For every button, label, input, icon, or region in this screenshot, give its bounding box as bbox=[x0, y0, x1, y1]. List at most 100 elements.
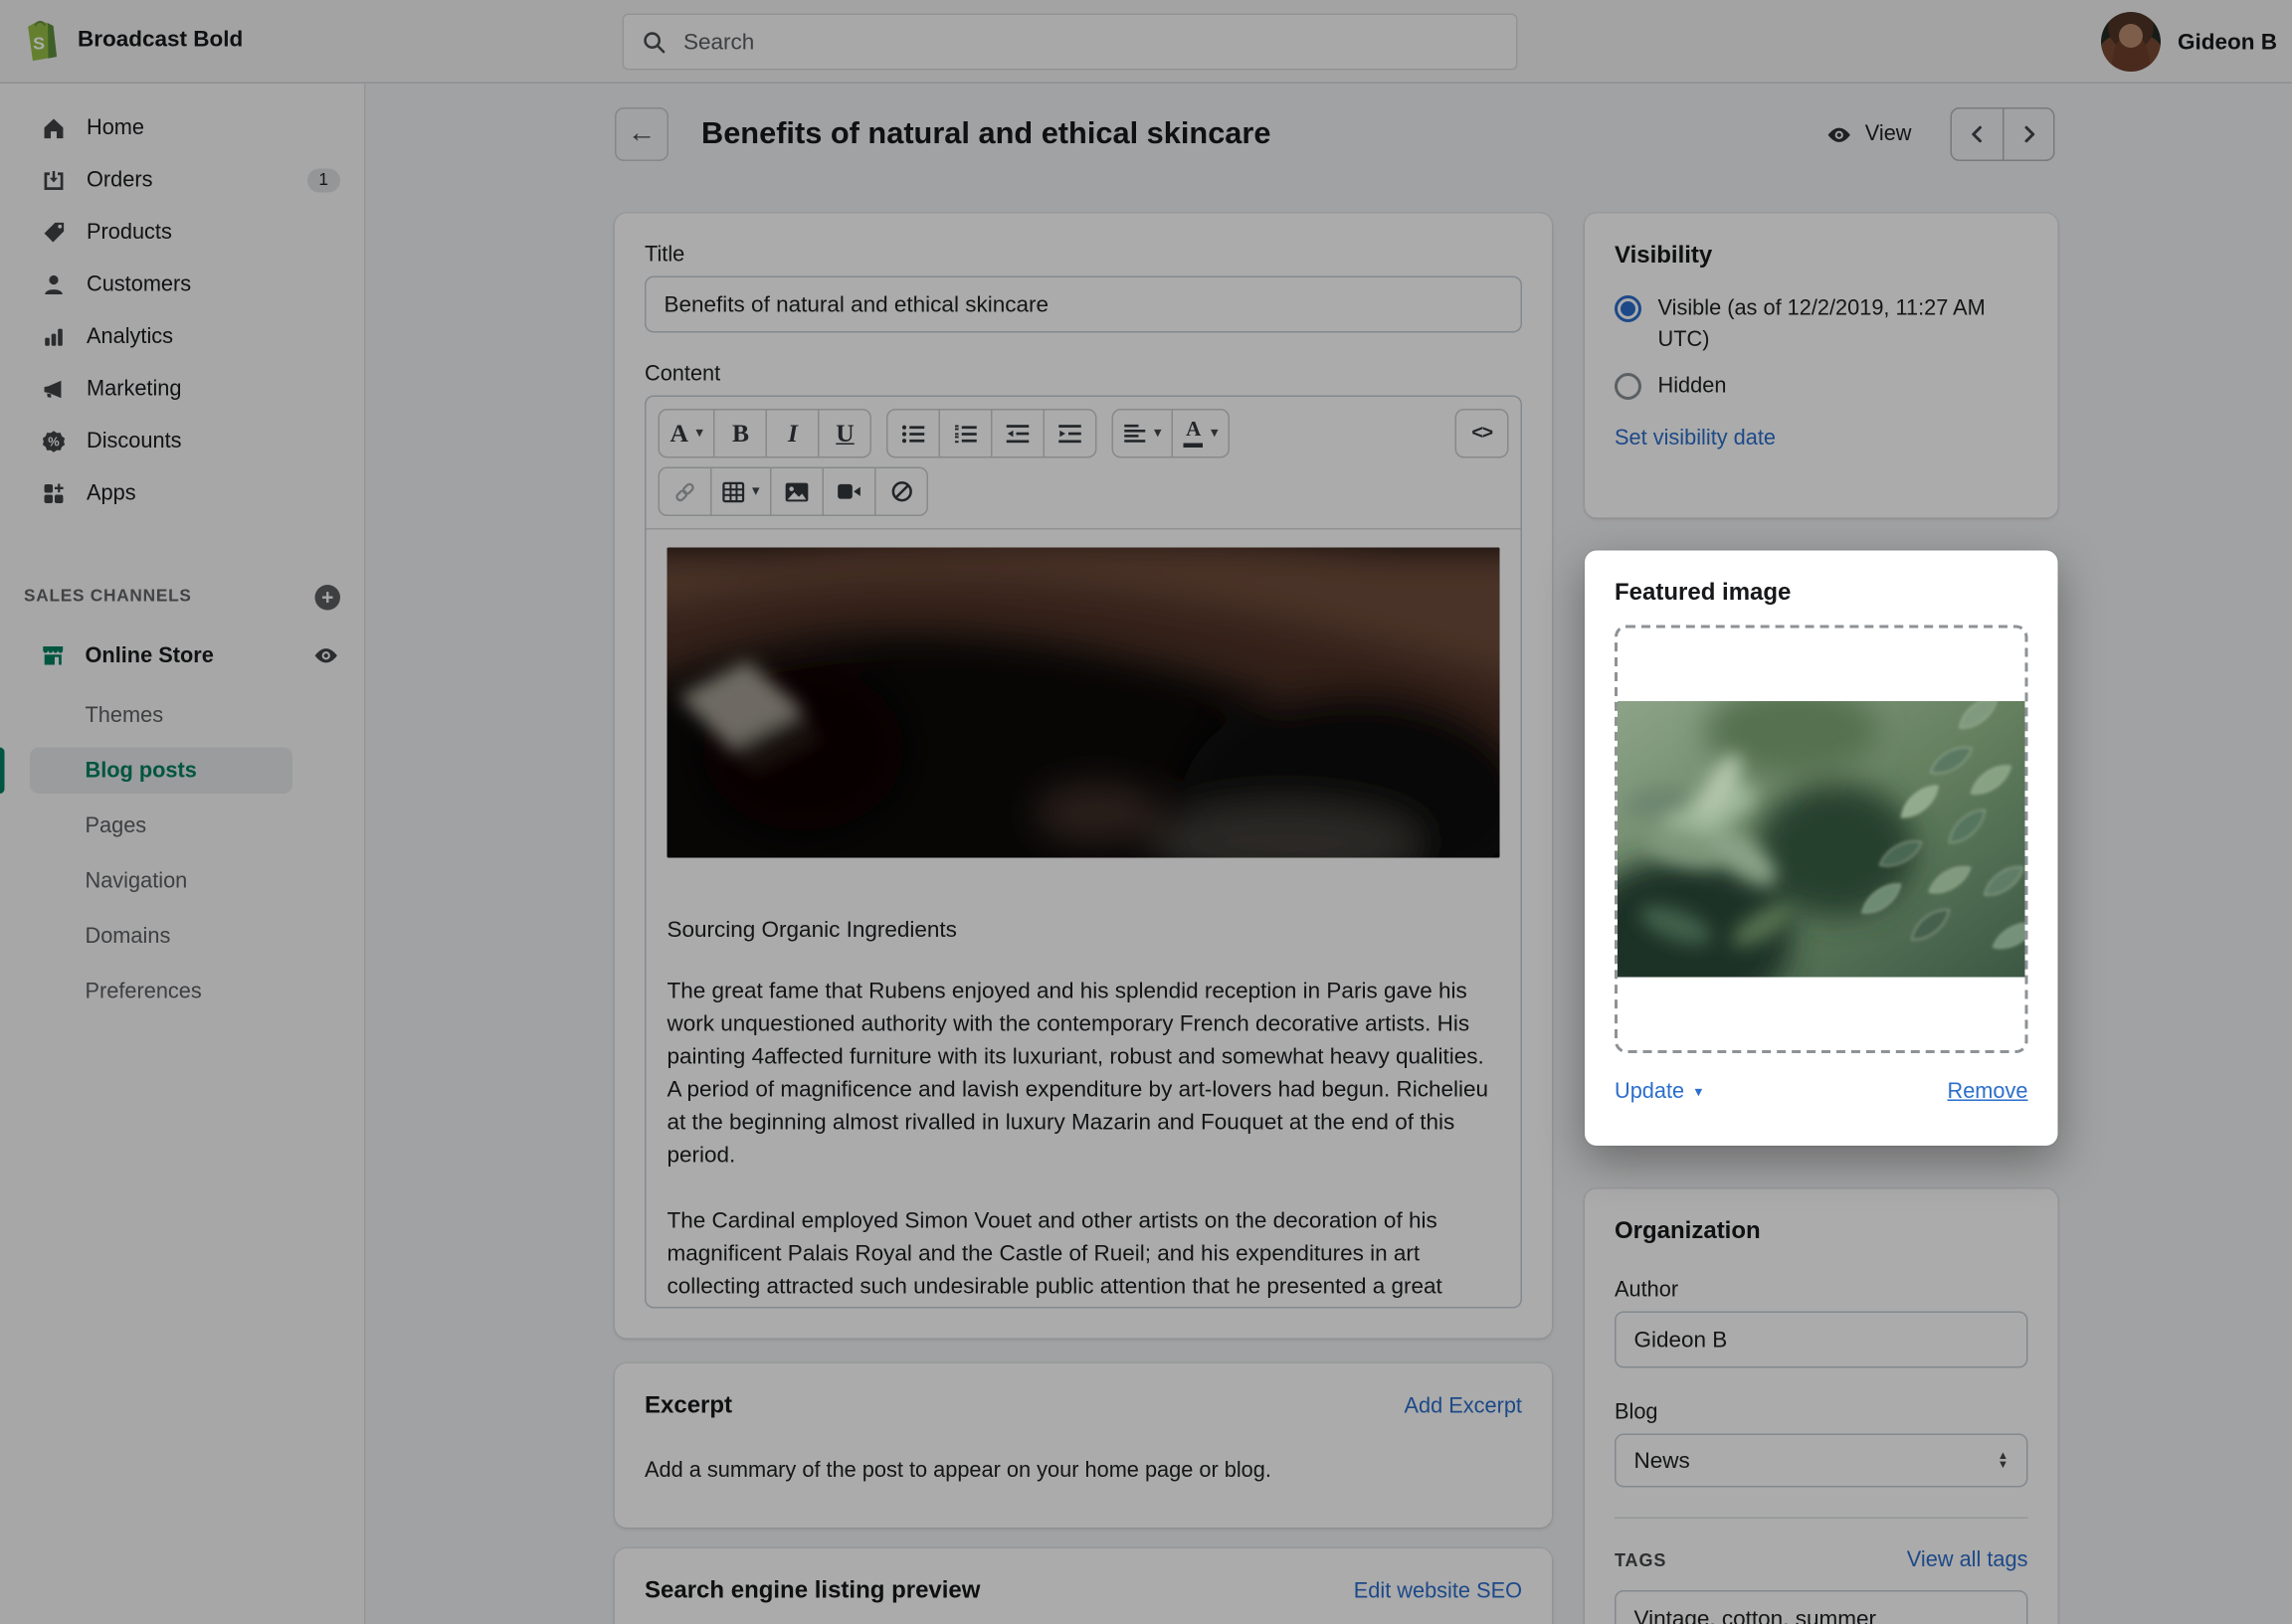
content-label: Content bbox=[645, 363, 1522, 387]
search-icon bbox=[642, 29, 668, 55]
back-arrow-icon: ← bbox=[628, 118, 657, 151]
excerpt-description: Add a summary of the post to appear on y… bbox=[645, 1459, 1522, 1483]
clear-formatting-button[interactable] bbox=[874, 467, 928, 517]
post-title-input[interactable] bbox=[645, 276, 1522, 333]
radio-unselected-icon[interactable] bbox=[1615, 373, 1641, 400]
tag-icon bbox=[39, 217, 69, 247]
shopify-logo-icon: S bbox=[18, 15, 63, 65]
global-search[interactable] bbox=[623, 14, 1518, 71]
home-icon bbox=[39, 112, 69, 142]
indent-button[interactable] bbox=[1044, 409, 1097, 458]
hidden-radio-option[interactable]: Hidden bbox=[1615, 372, 2028, 404]
sidebar-item-blog-posts[interactable]: Blog posts bbox=[0, 743, 364, 799]
view-button[interactable]: View bbox=[1824, 120, 1911, 149]
outdent-button[interactable] bbox=[991, 409, 1045, 458]
svg-text:%: % bbox=[48, 434, 60, 449]
visible-radio-option[interactable]: Visible (as of 12/2/2019, 11:27 AM UTC) bbox=[1615, 294, 2028, 357]
sidebar-item-orders[interactable]: Orders 1 bbox=[0, 154, 364, 207]
post-body-image[interactable] bbox=[668, 548, 1500, 858]
next-post-button[interactable] bbox=[2003, 109, 2053, 160]
table-button[interactable]: ▾ bbox=[710, 467, 772, 517]
blog-select[interactable]: News ▲ ▼ bbox=[1615, 1434, 2028, 1488]
edit-website-seo-link[interactable]: Edit website SEO bbox=[1354, 1580, 1522, 1604]
person-icon bbox=[39, 270, 69, 299]
alignment-button[interactable]: ▾ bbox=[1112, 409, 1174, 458]
eye-icon[interactable] bbox=[312, 641, 341, 670]
editor-content-area[interactable]: Sourcing Organic Ingredients The great f… bbox=[647, 530, 1521, 1309]
radio-selected-icon[interactable] bbox=[1615, 295, 1641, 322]
sidebar-item-themes[interactable]: Themes bbox=[0, 688, 364, 744]
add-excerpt-link[interactable]: Add Excerpt bbox=[1405, 1395, 1523, 1419]
chevron-down-icon: ▾ bbox=[752, 483, 760, 500]
select-stepper-icon: ▲ ▼ bbox=[1998, 1452, 2008, 1470]
sidebar-item-products[interactable]: Products bbox=[0, 206, 364, 259]
sidebar-item-preferences[interactable]: Preferences bbox=[0, 964, 364, 1019]
sidebar-item-discounts[interactable]: % Discounts bbox=[0, 415, 364, 467]
sidebar-item-domains[interactable]: Domains bbox=[0, 909, 364, 965]
store-logo-block[interactable]: S Broadcast Bold bbox=[18, 15, 243, 65]
sidebar-item-marketing[interactable]: Marketing bbox=[0, 363, 364, 416]
numbered-list-button[interactable] bbox=[939, 409, 993, 458]
store-name: Broadcast Bold bbox=[78, 27, 243, 53]
text-style-button[interactable]: A ▾ bbox=[659, 409, 715, 458]
search-input[interactable] bbox=[680, 28, 1498, 57]
apps-grid-icon bbox=[39, 478, 69, 508]
body-paragraph: The great fame that Rubens enjoyed and h… bbox=[668, 976, 1500, 1173]
page-header: ← Benefits of natural and ethical skinca… bbox=[615, 107, 2055, 161]
insert-image-button[interactable] bbox=[770, 467, 824, 517]
bulleted-list-button[interactable] bbox=[886, 409, 940, 458]
update-image-button[interactable]: Update ▾ bbox=[1615, 1080, 1702, 1104]
underline-button[interactable]: U bbox=[818, 409, 871, 458]
back-button[interactable]: ← bbox=[615, 107, 668, 161]
insert-video-button[interactable] bbox=[823, 467, 876, 517]
chevron-down-icon: ▾ bbox=[695, 426, 703, 443]
sales-channels-header: SALES CHANNELS bbox=[24, 588, 192, 606]
storefront-icon bbox=[39, 641, 68, 670]
link-button[interactable] bbox=[659, 467, 712, 517]
editor-toolbar: A ▾ B I U bbox=[647, 397, 1521, 530]
remove-image-link[interactable]: Remove bbox=[1948, 1080, 2028, 1104]
previous-post-button[interactable] bbox=[1952, 109, 2003, 160]
text-color-button[interactable]: A ▾ bbox=[1172, 409, 1231, 458]
featured-image-heading: Featured image bbox=[1615, 581, 2028, 608]
add-sales-channel-button[interactable]: + bbox=[315, 584, 341, 610]
section-divider bbox=[1615, 1518, 2028, 1520]
tags-input[interactable] bbox=[1615, 1590, 2028, 1624]
organization-heading: Organization bbox=[1615, 1219, 2028, 1246]
post-pagination bbox=[1951, 107, 2055, 161]
sidebar-item-analytics[interactable]: Analytics bbox=[0, 310, 364, 363]
seo-heading: Search engine listing preview bbox=[645, 1578, 980, 1605]
sidebar-item-apps[interactable]: Apps bbox=[0, 467, 364, 520]
eye-icon bbox=[1824, 120, 1853, 149]
visibility-card: Visibility Visible (as of 12/2/2019, 11:… bbox=[1585, 214, 2058, 518]
title-label: Title bbox=[645, 244, 1522, 268]
sidebar-item-pages[interactable]: Pages bbox=[0, 799, 364, 854]
sidebar: Home Orders 1 Pr bbox=[0, 84, 366, 1624]
html-code-button[interactable]: <> bbox=[1455, 409, 1509, 458]
megaphone-icon bbox=[39, 374, 69, 404]
sidebar-item-navigation[interactable]: Navigation bbox=[0, 853, 364, 909]
svg-text:S: S bbox=[33, 33, 45, 53]
body-paragraph: The Cardinal employed Simon Vouet and ot… bbox=[668, 1205, 1500, 1304]
set-visibility-date-link[interactable]: Set visibility date bbox=[1615, 427, 1776, 451]
orders-count-badge: 1 bbox=[306, 168, 340, 192]
chevron-down-icon: ▾ bbox=[1211, 426, 1219, 443]
chevron-down-icon: ▾ bbox=[1695, 1084, 1703, 1101]
post-editor-column: Title Content A ▾ B bbox=[615, 214, 1552, 1624]
featured-image-dropzone[interactable] bbox=[1615, 626, 2028, 1054]
sidebar-item-customers[interactable]: Customers bbox=[0, 259, 364, 311]
rich-text-editor: A ▾ B I U bbox=[645, 396, 1522, 1309]
tags-label: TAGS bbox=[1615, 1550, 1666, 1571]
bold-button[interactable]: B bbox=[713, 409, 767, 458]
excerpt-heading: Excerpt bbox=[645, 1393, 732, 1420]
italic-button[interactable]: I bbox=[766, 409, 820, 458]
author-input[interactable] bbox=[1615, 1312, 2028, 1368]
sidebar-item-online-store[interactable]: Online Store bbox=[0, 630, 364, 682]
view-all-tags-link[interactable]: View all tags bbox=[1907, 1548, 2028, 1572]
user-menu[interactable]: Gideon B bbox=[2101, 12, 2277, 72]
blog-label: Blog bbox=[1615, 1401, 2028, 1425]
post-settings-column: Visibility Visible (as of 12/2/2019, 11:… bbox=[1585, 214, 2058, 1624]
body-heading: Sourcing Organic Ingredients bbox=[668, 918, 1500, 944]
discount-badge-icon: % bbox=[39, 426, 69, 455]
sidebar-item-home[interactable]: Home bbox=[0, 101, 364, 154]
